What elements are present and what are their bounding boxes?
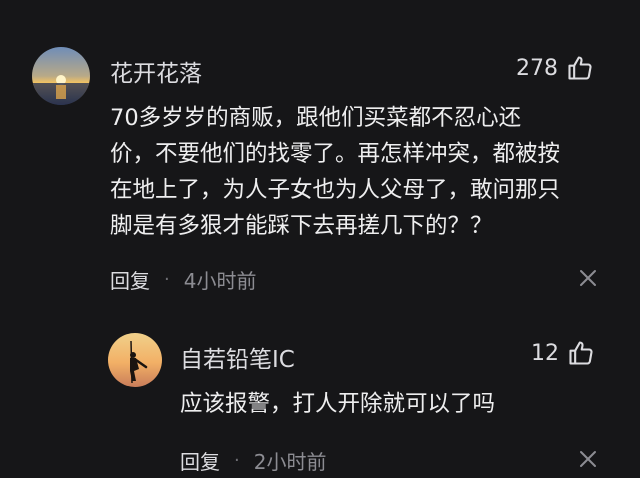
comment-line: 价，不要他们的找零了。再怎样冲突，都被按: [110, 141, 561, 167]
thumbs-up-icon: [569, 341, 593, 365]
close-icon[interactable]: [578, 268, 598, 288]
like-button[interactable]: 278: [516, 54, 594, 82]
like-count: 12: [531, 340, 559, 366]
silhouette-avatar-icon[interactable]: [108, 333, 162, 387]
separator: ·: [234, 450, 240, 471]
timestamp: 4小时前: [183, 269, 257, 293]
reply-button[interactable]: 回复: [180, 446, 220, 475]
thumbs-up-icon: [568, 56, 592, 80]
reply-button[interactable]: 回复: [110, 265, 150, 294]
username[interactable]: 花开花落: [110, 54, 202, 88]
close-icon[interactable]: [578, 449, 598, 469]
comment-line: 在地上了，为人子女也为人父母了，敢问那只: [110, 177, 561, 203]
comment-line: 70多岁岁的商贩，跟他们买菜都不忍心还: [110, 105, 522, 131]
username[interactable]: 自若铅笔IC: [180, 340, 295, 374]
comment-line: 脚是有多狠才能踩下去再搓几下的？？: [110, 213, 493, 239]
like-button[interactable]: 12: [531, 339, 595, 367]
comment-meta: 回复 · 2小时前: [180, 446, 326, 475]
like-count: 278: [516, 55, 558, 81]
comment-meta: 回复 · 4小时前: [110, 265, 256, 294]
comment-body: 应该报警，打人开除就可以了吗: [180, 386, 610, 422]
comment-body: 70多岁岁的商贩，跟他们买菜都不忍心还 价，不要他们的找零了。再怎样冲突，都被按…: [110, 100, 610, 244]
separator: ·: [164, 269, 170, 290]
sunset-avatar-icon[interactable]: [32, 47, 90, 105]
comment-line: 应该报警，打人开除就可以了吗: [180, 391, 496, 417]
timestamp: 2小时前: [253, 450, 327, 474]
